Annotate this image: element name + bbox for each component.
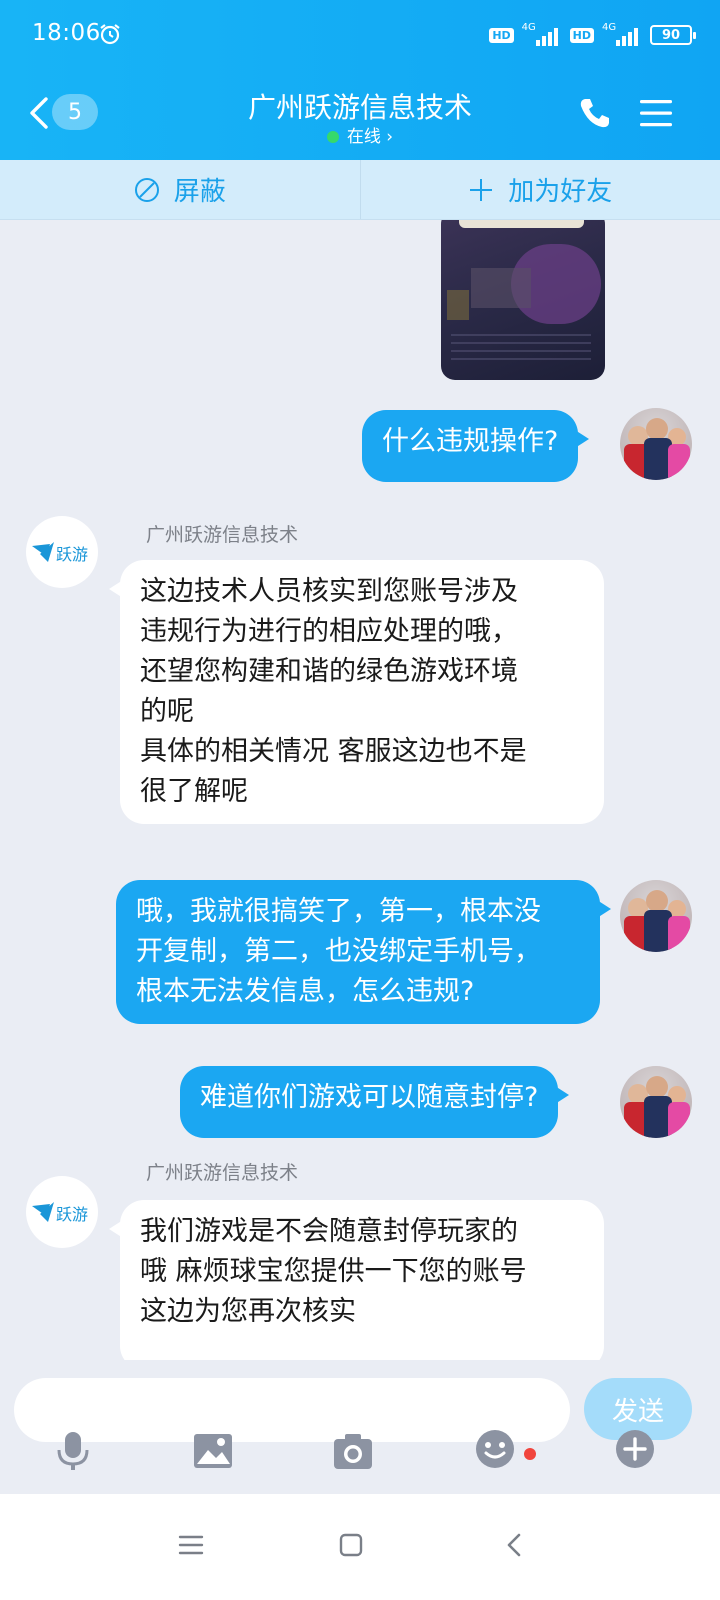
- company-logo-icon: 跃游: [32, 542, 88, 564]
- status-time: 18:06: [32, 20, 101, 46]
- signal-icon: 4G: [602, 22, 642, 48]
- block-icon: [134, 177, 159, 202]
- block-button[interactable]: 屏蔽: [0, 160, 360, 219]
- system-nav-bar: [0, 1494, 720, 1600]
- their-message-bubble[interactable]: 我们游戏是不会随意封停玩家的 哦 麻烦球宝您提供一下您的账号 这边为您再次核实: [109, 1200, 604, 1360]
- add-friend-label: 加为好友: [508, 177, 613, 207]
- action-bar: 屏蔽 加为好友: [0, 160, 720, 220]
- mic-icon[interactable]: [52, 1430, 94, 1472]
- camera-icon[interactable]: [332, 1430, 374, 1472]
- svg-text:跃游: 跃游: [56, 545, 88, 564]
- my-message-bubble[interactable]: 什么违规操作?: [362, 410, 590, 482]
- chat-title: 广州跃游信息技术: [247, 91, 472, 124]
- hd-badge: HD: [489, 27, 514, 43]
- battery-icon: 90: [650, 25, 696, 45]
- alarm-icon: [100, 24, 120, 45]
- message-list[interactable]: 什么违规操作? 跃游 广州跃游信息技术 这边技术人员核实到您账号涉及 违规行为进…: [0, 220, 720, 1360]
- menu-icon[interactable]: [640, 98, 672, 128]
- online-status[interactable]: 在线 ›: [0, 122, 720, 147]
- my-avatar[interactable]: [620, 1066, 692, 1138]
- image-message-thumbnail[interactable]: [441, 220, 605, 380]
- sender-name: 广州跃游信息技术: [146, 524, 299, 546]
- phone-icon[interactable]: [578, 96, 612, 130]
- plus-icon: [470, 178, 493, 201]
- company-logo-icon: 跃游: [32, 1202, 88, 1224]
- my-avatar[interactable]: [620, 880, 692, 952]
- sender-name: 广州跃游信息技术: [146, 1162, 299, 1184]
- emoji-icon[interactable]: [474, 1428, 516, 1470]
- nav-back-icon[interactable]: [500, 1530, 530, 1560]
- app-header: 18:06 HD 4G HD 4G 90 5 广州跃游信息技术 在线 ›: [0, 0, 720, 160]
- nav-home-icon[interactable]: [336, 1530, 366, 1560]
- add-friend-button[interactable]: 加为好友: [359, 160, 720, 219]
- block-label: 屏蔽: [173, 177, 226, 207]
- their-message-bubble[interactable]: 这边技术人员核实到您账号涉及 违规行为进行的相应处理的哦， 还望您构建和谐的绿色…: [109, 560, 604, 824]
- my-message-bubble[interactable]: 哦，我就很搞笑了，第一，根本没 开复制，第二，也没绑定手机号， 根本无法发信息，…: [116, 880, 611, 1024]
- nav-menu-icon[interactable]: [176, 1530, 206, 1560]
- company-avatar[interactable]: 跃游: [26, 516, 98, 588]
- image-icon[interactable]: [192, 1430, 234, 1472]
- hd-badge: HD: [569, 27, 594, 43]
- more-plus-icon[interactable]: [614, 1428, 656, 1470]
- status-indicators: HD 4G HD 4G 90: [489, 20, 696, 50]
- my-message-bubble[interactable]: 难道你们游戏可以随意封停?: [180, 1066, 570, 1138]
- my-avatar[interactable]: [620, 408, 692, 480]
- notification-dot: [524, 1448, 536, 1460]
- company-avatar[interactable]: 跃游: [26, 1176, 98, 1248]
- signal-icon: 4G: [522, 22, 562, 48]
- online-dot-icon: [326, 131, 339, 143]
- svg-text:跃游: 跃游: [56, 1205, 88, 1224]
